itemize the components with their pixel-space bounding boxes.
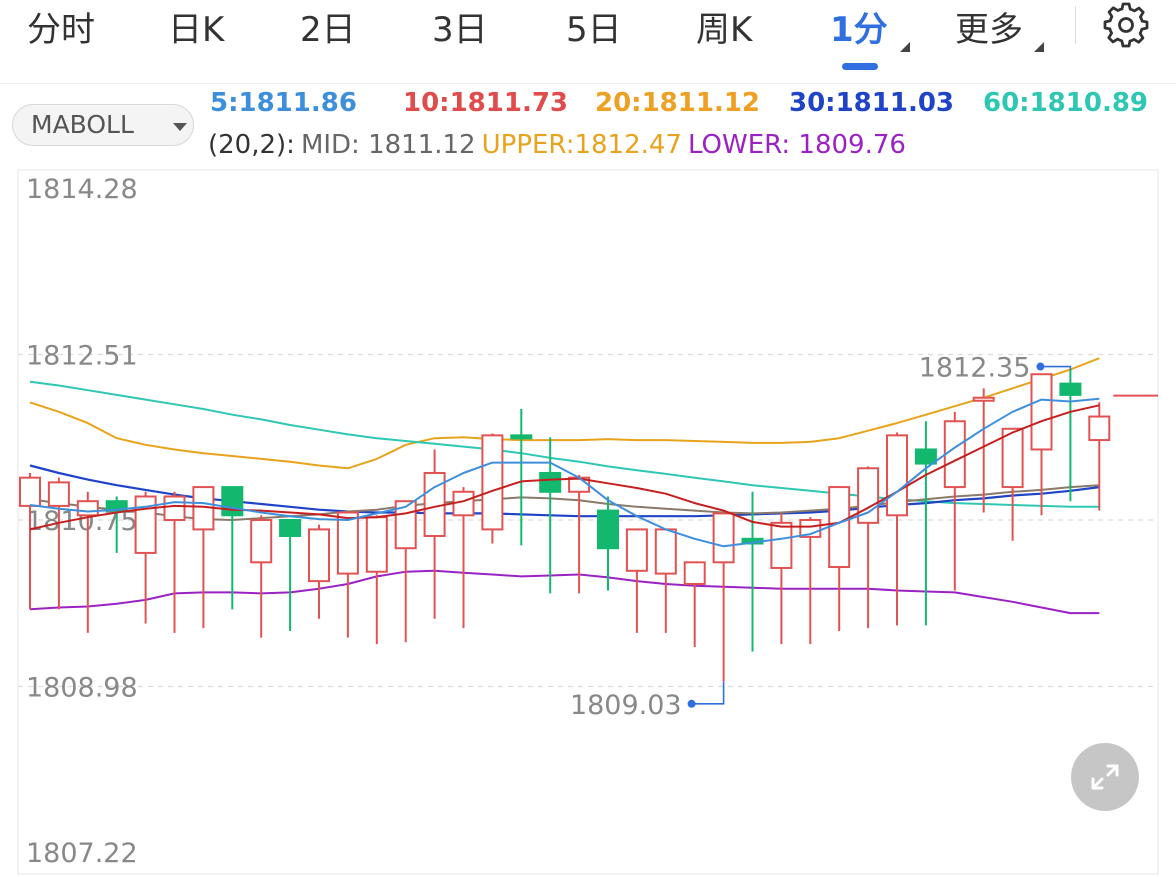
candle-body-down [914,448,937,465]
candle-body-up [481,434,504,531]
ma30-line [29,464,1100,518]
chart-grid [18,353,1158,688]
high-marker-leader [1042,365,1072,370]
candle-body-up [886,434,908,517]
indicator-lines [29,357,1100,615]
candle-body-up [625,528,648,572]
candle-body-up [654,528,677,575]
candle-body-up [47,481,70,507]
candle-body-up [1001,427,1024,489]
candle-body-up [19,476,41,507]
candle-body-up [1088,415,1111,442]
ma60-line [29,380,1100,508]
candle-body-up [828,486,851,569]
candle-body-up [683,561,706,585]
candle-body-down [510,434,533,440]
y-tick-label: 1814.28 [26,174,138,205]
candle-body-down [539,471,562,493]
candle-body-up [972,396,995,402]
candles [19,369,1111,682]
candle-body-up [770,521,793,569]
y-tick-label: 1807.22 [26,838,138,869]
candle-body-up [712,512,735,564]
candle-body-up [943,420,966,489]
high-marker-label: 1812.35 [919,353,1031,384]
ma5-line [29,397,1100,548]
ma10-line [29,404,1100,531]
y-axis-labels: 1814.281812.511810.751808.981807.22 [26,174,138,869]
candle-body-down [279,519,302,537]
expand-icon [1091,764,1119,790]
candle-body-up [163,495,186,521]
low-marker-label: 1809.03 [570,690,682,721]
candlestick-chart: 1814.281812.511810.751808.981807.22 1812… [17,169,1159,875]
candle-body-up [308,528,330,583]
candle-body-up [1030,373,1053,451]
chart-frame [17,169,1159,875]
high-marker-dot [1036,362,1045,371]
candle-body-up [336,511,359,575]
candle-body-up [76,500,99,517]
y-tick-label: 1808.98 [26,672,138,703]
candle-body-down [221,486,244,517]
candle-body-up [365,516,388,573]
boll-lower-line [29,569,1100,615]
low-marker-dot [687,699,696,708]
low-marker-leader [693,681,725,705]
candle-body-down [597,509,619,550]
candle-body-up [250,519,273,564]
fullscreen-button[interactable] [1071,743,1139,811]
candle-body-down [1059,382,1082,396]
y-tick-label: 1812.51 [26,340,138,371]
ma-lines [29,397,1100,548]
